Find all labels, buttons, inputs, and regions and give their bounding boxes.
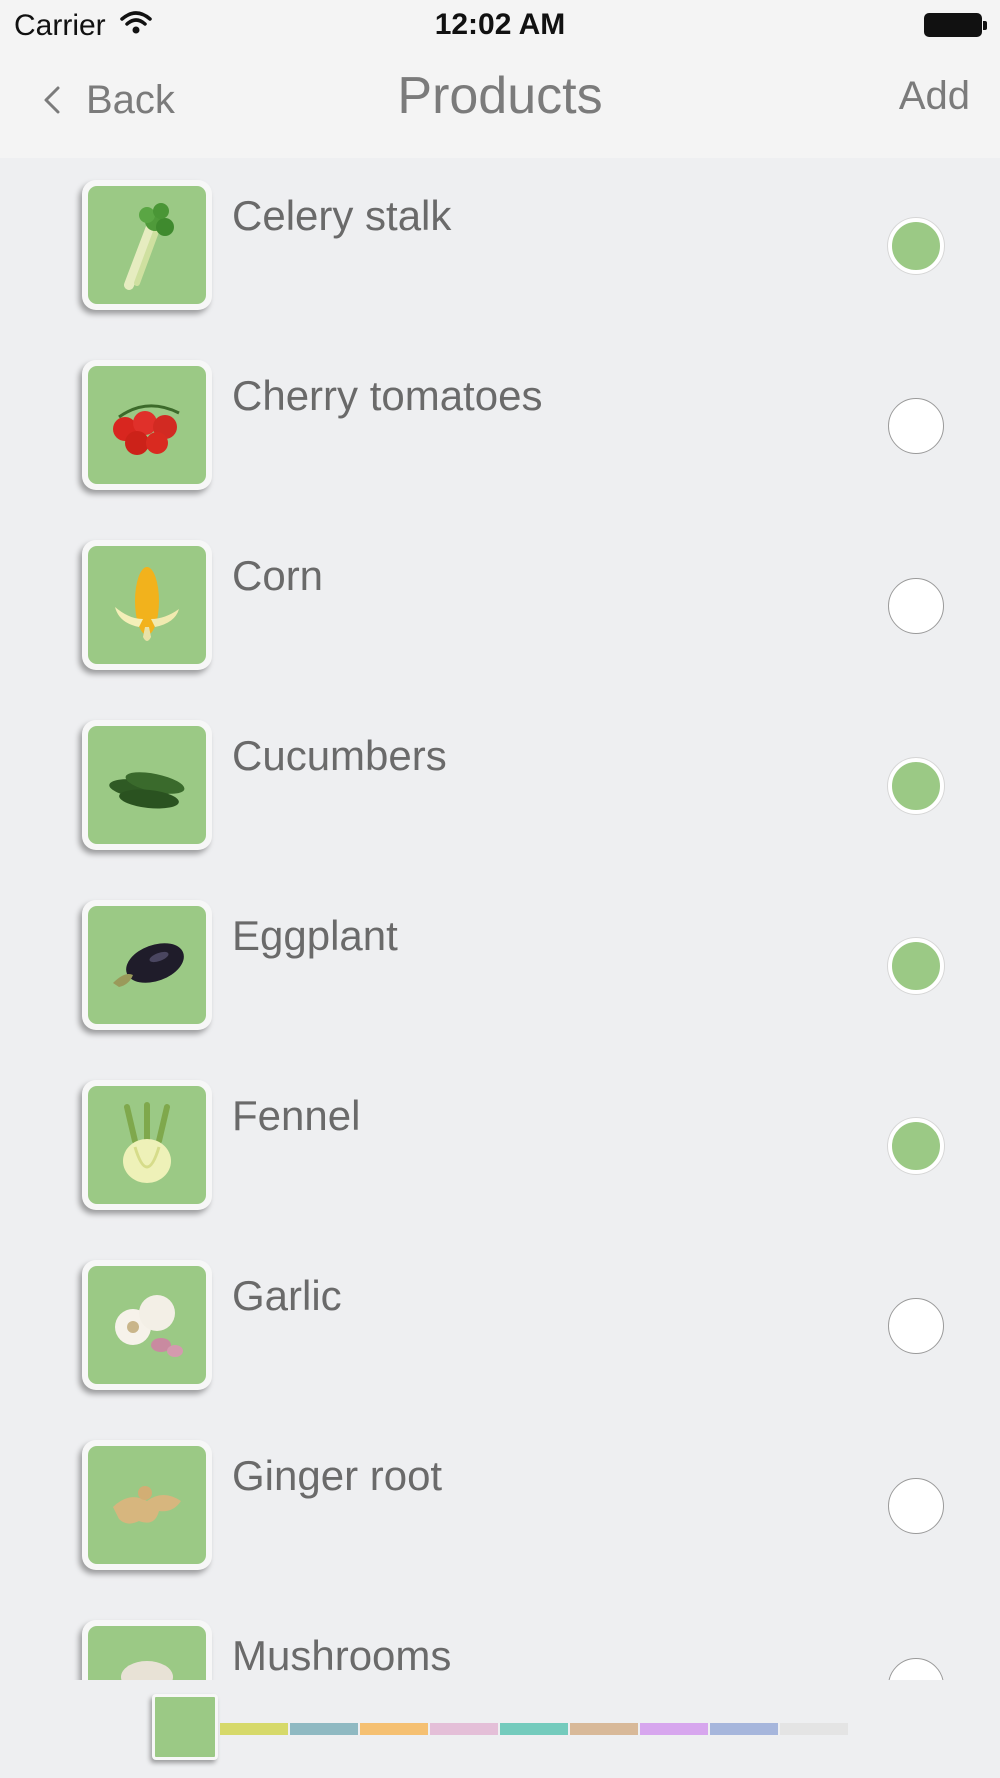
- list-item[interactable]: Fennel: [0, 1058, 1000, 1238]
- status-bar: Carrier 12:02 AM: [0, 0, 1000, 50]
- product-label: Garlic: [232, 1272, 342, 1319]
- mushroom-icon: [121, 1661, 173, 1680]
- color-swatch[interactable]: [500, 1723, 568, 1735]
- garlic-icon: [115, 1295, 183, 1357]
- cucumber-icon: [109, 772, 185, 809]
- product-thumbnail: [82, 1080, 212, 1210]
- color-strip: [220, 1723, 850, 1735]
- product-thumbnail: [82, 900, 212, 1030]
- color-swatch[interactable]: [780, 1723, 848, 1735]
- color-swatch[interactable]: [290, 1723, 358, 1735]
- navigation-bar: Back Products Add: [0, 50, 1000, 158]
- fennel-icon: [123, 1102, 171, 1183]
- color-swatch[interactable]: [640, 1723, 708, 1735]
- eggplant-icon: [113, 943, 184, 987]
- color-swatch[interactable]: [360, 1723, 428, 1735]
- product-label: Cherry tomatoes: [232, 372, 543, 419]
- list-item[interactable]: Mushrooms: [0, 1598, 1000, 1680]
- list-item[interactable]: Cherry tomatoes: [0, 338, 1000, 518]
- list-item[interactable]: Eggplant: [0, 878, 1000, 1058]
- product-label: Eggplant: [232, 912, 398, 959]
- product-label: Cucumbers: [232, 732, 447, 779]
- product-label: Ginger root: [232, 1452, 443, 1499]
- clock: 12:02 AM: [434, 8, 566, 41]
- battery-icon: [924, 13, 987, 37]
- color-filter-bar: [0, 1680, 1000, 1778]
- selection-toggle[interactable]: [888, 758, 944, 814]
- add-button[interactable]: Add: [899, 74, 970, 119]
- selection-toggle[interactable]: [888, 938, 944, 994]
- selection-toggle[interactable]: [888, 578, 944, 634]
- product-thumbnail: [82, 1260, 212, 1390]
- selected-color-swatch[interactable]: [152, 1694, 218, 1760]
- color-swatch[interactable]: [220, 1723, 288, 1735]
- color-swatch[interactable]: [570, 1723, 638, 1735]
- page-title: Products: [397, 67, 603, 125]
- list-item[interactable]: Celery stalk: [0, 158, 1000, 338]
- color-swatch[interactable]: [430, 1723, 498, 1735]
- selection-toggle[interactable]: [888, 218, 944, 274]
- selection-toggle[interactable]: [888, 1298, 944, 1354]
- product-thumbnail: [82, 360, 212, 490]
- celery-icon: [124, 203, 174, 290]
- ginger-icon: [113, 1486, 181, 1524]
- list-item[interactable]: Garlic: [0, 1238, 1000, 1418]
- product-list[interactable]: Celery stalk Cherry tomatoes Corn Cucumb…: [0, 158, 1000, 1680]
- color-swatch[interactable]: [710, 1723, 778, 1735]
- list-item[interactable]: Corn: [0, 518, 1000, 698]
- product-label: Celery stalk: [232, 192, 452, 239]
- selection-toggle[interactable]: [888, 1658, 944, 1680]
- tomato-icon: [113, 404, 180, 455]
- product-thumbnail: [82, 1440, 212, 1570]
- product-label: Corn: [232, 552, 324, 599]
- product-thumbnail: [82, 180, 212, 310]
- corn-icon: [115, 567, 179, 641]
- list-item[interactable]: Ginger root: [0, 1418, 1000, 1598]
- selection-toggle[interactable]: [888, 1478, 944, 1534]
- product-thumbnail: [82, 720, 212, 850]
- product-label: Fennel: [232, 1092, 361, 1139]
- product-thumbnail: [82, 1620, 212, 1680]
- product-thumbnail: [82, 540, 212, 670]
- selection-toggle[interactable]: [888, 398, 944, 454]
- selection-toggle[interactable]: [888, 1118, 944, 1174]
- list-item[interactable]: Cucumbers: [0, 698, 1000, 878]
- product-label: Mushrooms: [232, 1632, 452, 1679]
